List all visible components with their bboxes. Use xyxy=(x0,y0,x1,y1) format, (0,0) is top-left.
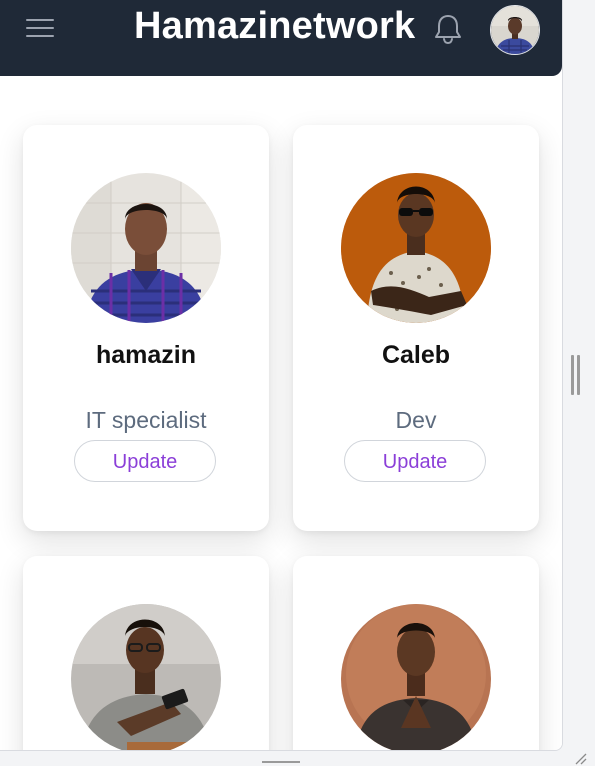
profile-card-caleb: Caleb Dev Update xyxy=(293,125,539,531)
navbar: Hamazinetwork xyxy=(0,0,562,76)
profile-name: hamazin xyxy=(95,341,197,369)
update-button[interactable]: Update xyxy=(344,440,486,482)
scrollbar-handle[interactable] xyxy=(571,355,581,395)
bell-icon[interactable] xyxy=(432,12,464,46)
profile-photo xyxy=(71,173,221,323)
app-window: Hamazinetwork hamazin IT specialist Upda… xyxy=(0,0,563,751)
profile-role: IT specialist xyxy=(85,407,207,433)
profile-photo xyxy=(71,604,221,750)
brand-title: Hamazinetwork xyxy=(134,5,416,47)
bottom-drag-handle[interactable] xyxy=(262,761,300,763)
profile-role: Dev xyxy=(395,407,437,433)
profiles-grid: hamazin IT specialist Update Caleb Dev U… xyxy=(0,76,562,750)
profile-card-hamazin: hamazin IT specialist Update xyxy=(23,125,269,531)
profile-card-4 xyxy=(293,556,539,750)
user-avatar[interactable] xyxy=(490,5,540,55)
profile-card-3 xyxy=(23,556,269,750)
update-button[interactable]: Update xyxy=(74,440,216,482)
profile-photo xyxy=(341,604,491,750)
profile-name: Caleb xyxy=(381,341,451,369)
resize-handle-icon[interactable] xyxy=(572,750,588,766)
profile-photo xyxy=(341,173,491,323)
menu-icon[interactable] xyxy=(26,17,56,39)
